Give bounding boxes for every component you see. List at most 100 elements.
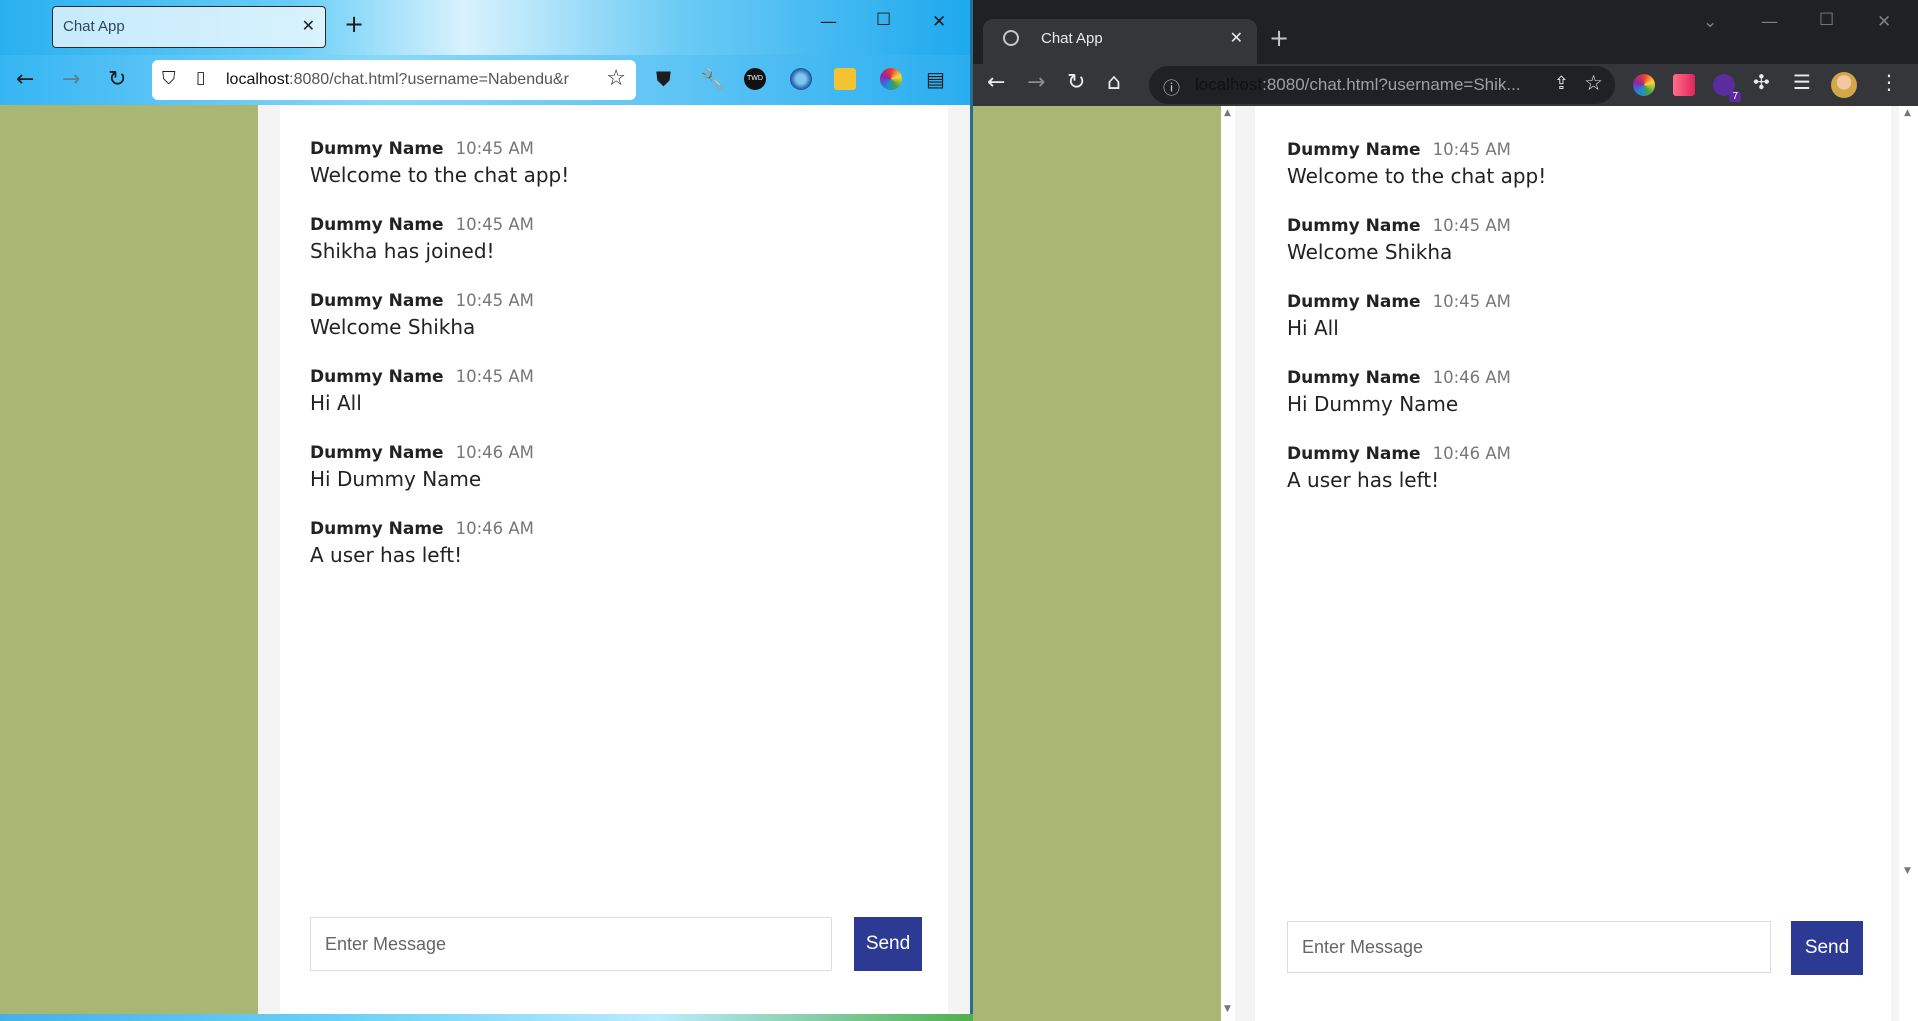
message: Dummy Name 10:45 AM Hi All <box>310 367 534 415</box>
firefox-navbar: ← → ↻ ⛉ ▯ localhost:8080/chat.html?usern… <box>0 55 970 105</box>
message-time: 10:45 AM <box>455 367 534 386</box>
notes-extension-icon[interactable]: ▤ <box>926 67 945 91</box>
scroll-down-icon[interactable]: ▼ <box>1904 866 1911 876</box>
tab-search-icon[interactable]: ⌄ <box>1703 12 1717 32</box>
page-background: Dummy Name 10:45 AM Welcome to the chat a… <box>973 106 1918 1021</box>
message: Dummy Name 10:45 AM Welcome Shikha <box>1287 216 1511 264</box>
forward-icon[interactable]: → <box>62 67 80 92</box>
shield-icon[interactable]: ⛉ <box>162 68 176 89</box>
url-text[interactable]: localhost:8080/chat.html?username=Nabend… <box>226 71 596 89</box>
share-icon[interactable]: ⇪ <box>1554 73 1569 94</box>
profile-avatar[interactable] <box>1831 72 1857 98</box>
menu-kebab-icon[interactable]: ⋮ <box>1879 70 1899 94</box>
address-bar[interactable]: ⛉ ▯ localhost:8080/chat.html?username=Na… <box>152 60 636 100</box>
message-sender: Dummy Name <box>1287 292 1421 312</box>
back-icon[interactable]: ← <box>16 67 34 92</box>
scroll-up-icon[interactable]: ▲ <box>1904 108 1911 118</box>
message-text: Welcome Shikha <box>1287 240 1453 264</box>
chat-container: Dummy Name 10:45 AM Welcome to the chat a… <box>258 105 970 1014</box>
reading-list-icon[interactable]: ☰ <box>1793 70 1811 94</box>
message-text: Welcome Shikha <box>310 315 476 339</box>
send-button[interactable]: Send <box>1791 921 1863 975</box>
reload-icon[interactable]: ↻ <box>108 67 126 92</box>
monitor-extension-icon[interactable] <box>834 68 856 90</box>
message-text: Welcome to the chat app! <box>1287 164 1547 188</box>
forward-icon[interactable]: → <box>1027 70 1045 95</box>
message-input[interactable] <box>310 917 832 971</box>
scroll-down-icon[interactable]: ▼ <box>1224 1004 1231 1014</box>
message: Dummy Name 10:45 AM Welcome to the chat a… <box>310 139 569 187</box>
message-time: 10:46 AM <box>455 519 534 538</box>
close-window-icon[interactable]: ✕ <box>1877 12 1891 32</box>
home-icon[interactable]: ⌂ <box>1107 70 1121 95</box>
color-wheel-extension-icon[interactable] <box>880 68 902 90</box>
compose-area: Send <box>1255 880 1891 1021</box>
message-input[interactable] <box>1287 921 1771 973</box>
info-icon[interactable]: ⓘ <box>1163 74 1180 99</box>
messages-panel: Dummy Name 10:45 AM Welcome to the chat a… <box>1255 106 1891 880</box>
message-sender: Dummy Name <box>310 139 444 159</box>
message-sender: Dummy Name <box>1287 140 1421 160</box>
message-time: 10:45 AM <box>455 215 534 234</box>
scrollbar[interactable]: ▲ ▼ <box>1899 106 1918 1021</box>
extension-badge: 7 <box>1729 91 1741 102</box>
chrome-window: Chat App ✕ + ⌄ — ☐ ✕ ← → ↻ ⌂ ⓘ localhost… <box>973 0 1918 1021</box>
minimize-icon[interactable]: — <box>1761 12 1778 32</box>
maximize-icon[interactable]: ☐ <box>876 10 891 30</box>
chrome-navbar: ← → ↻ ⌂ ⓘ localhost:8080/chat.html?usern… <box>973 64 1918 106</box>
new-tab-icon[interactable]: + <box>1269 24 1289 52</box>
page-icon[interactable]: ▯ <box>196 68 205 88</box>
message-sender: Dummy Name <box>310 519 444 539</box>
message-text: Welcome to the chat app! <box>310 163 570 187</box>
message-time: 10:45 AM <box>1432 216 1511 235</box>
message: Dummy Name 10:46 AM Hi Dummy Name <box>310 443 534 491</box>
video-extension-icon[interactable] <box>1673 74 1695 96</box>
bookmark-star-icon[interactable]: ☆ <box>1584 71 1603 95</box>
close-tab-icon[interactable]: ✕ <box>302 16 315 35</box>
scroll-up-icon[interactable]: ▲ <box>1224 108 1231 118</box>
pocket-icon[interactable]: ⛊ <box>656 67 671 91</box>
firefox-titlebar: Chat App ✕ + — ☐ ✕ <box>0 0 970 55</box>
url-text[interactable]: localhost:8080/chat.html?username=Shik..… <box>1195 75 1535 95</box>
message-text: A user has left! <box>1287 468 1440 492</box>
minimize-icon[interactable]: — <box>820 12 837 32</box>
new-tab-icon[interactable]: + <box>344 10 364 38</box>
message: Dummy Name 10:45 AM Hi All <box>1287 292 1511 340</box>
message-sender: Dummy Name <box>310 367 444 387</box>
purple-extension-icon[interactable]: 7 <box>1713 74 1741 102</box>
close-tab-icon[interactable]: ✕ <box>1230 28 1243 47</box>
message-text: Hi All <box>310 391 362 415</box>
message-time: 10:45 AM <box>455 139 534 158</box>
message-text: Shikha has joined! <box>310 239 495 263</box>
color-wheel-extension-icon[interactable] <box>1633 74 1655 96</box>
globe-extension-icon[interactable] <box>790 68 812 90</box>
message-text: Hi Dummy Name <box>1287 392 1459 416</box>
message: Dummy Name 10:45 AM Shikha has joined! <box>310 215 534 263</box>
message: Dummy Name 10:45 AM Welcome to the chat a… <box>1287 140 1546 188</box>
left-scrollbar[interactable]: ▲ ▼ <box>1221 106 1235 1021</box>
wrench-icon[interactable]: 🔧 <box>700 67 725 91</box>
reload-icon[interactable]: ↻ <box>1067 70 1085 95</box>
address-bar[interactable]: ⓘ localhost:8080/chat.html?username=Shik… <box>1149 66 1615 104</box>
send-button[interactable]: Send <box>854 917 922 971</box>
maximize-icon[interactable]: ☐ <box>1819 10 1834 30</box>
puzzle-extensions-icon[interactable]: ✣ <box>1753 70 1770 94</box>
twd-extension-icon[interactable]: TWD <box>744 68 766 90</box>
message-text: A user has left! <box>310 543 463 567</box>
page-background: Dummy Name 10:45 AM Welcome to the chat a… <box>0 105 970 1014</box>
back-icon[interactable]: ← <box>987 70 1005 95</box>
chrome-titlebar: Chat App ✕ + ⌄ — ☐ ✕ <box>973 0 1918 74</box>
tab-chat-app[interactable]: Chat App ✕ <box>52 6 326 48</box>
chat-container: Dummy Name 10:45 AM Welcome to the chat a… <box>1235 106 1918 1021</box>
message-time: 10:46 AM <box>1432 444 1511 463</box>
message-text: Hi Dummy Name <box>310 467 482 491</box>
globe-icon <box>1003 30 1019 46</box>
message-sender: Dummy Name <box>310 291 444 311</box>
compose-area: Send <box>280 878 948 1014</box>
tab-title: Chat App <box>63 18 125 35</box>
close-window-icon[interactable]: ✕ <box>932 12 946 32</box>
message-text: Hi All <box>1287 316 1339 340</box>
bookmark-star-icon[interactable]: ☆ <box>606 66 626 91</box>
message-sender: Dummy Name <box>1287 216 1421 236</box>
message-sender: Dummy Name <box>1287 444 1421 464</box>
